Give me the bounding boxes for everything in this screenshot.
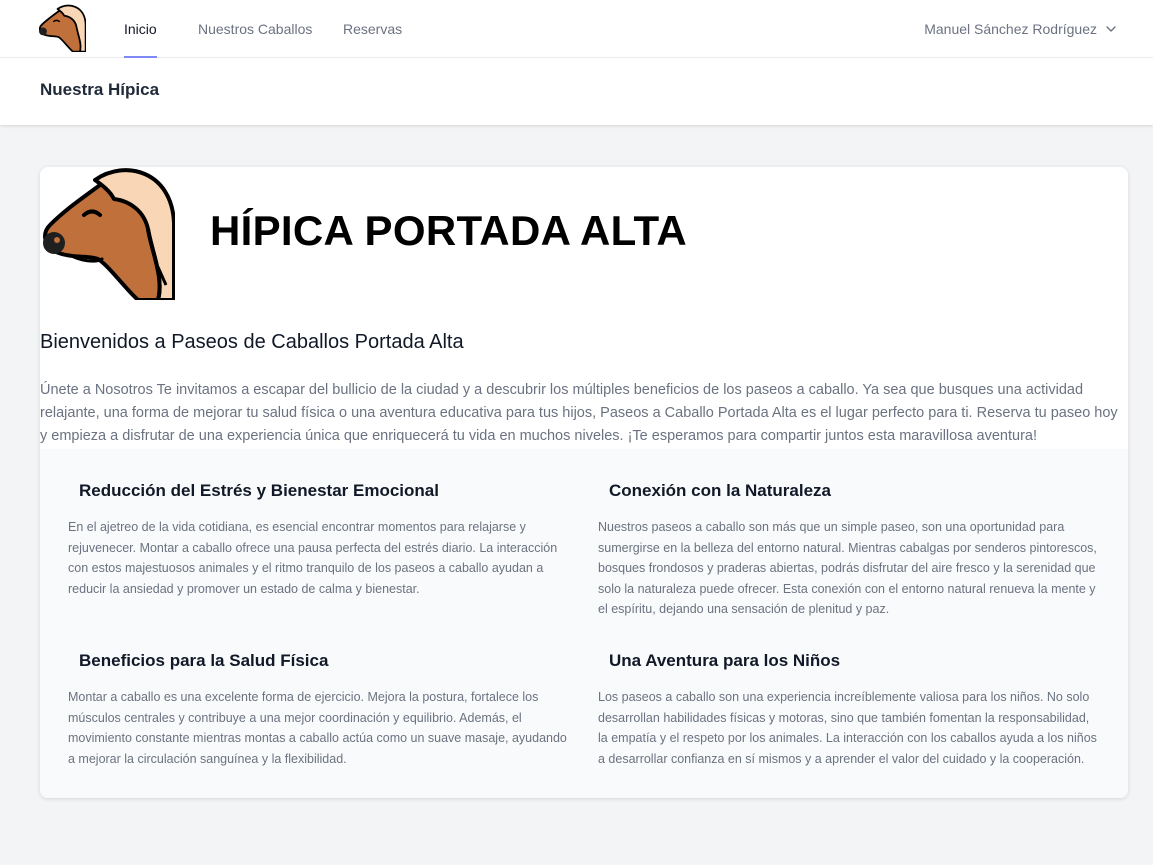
horse-logo-icon[interactable] <box>38 4 87 53</box>
nav-link-nuestros-caballos[interactable]: Nuestros Caballos <box>198 0 312 58</box>
feature-card-estres: Reducción del Estrés y Bienestar Emocion… <box>68 481 568 599</box>
user-menu[interactable]: Manuel Sánchez Rodríguez <box>924 0 1117 58</box>
feature-text: Nuestros paseos a caballo son más que un… <box>598 520 1097 616</box>
horse-head-icon <box>40 167 176 302</box>
chevron-down-icon <box>1106 26 1116 32</box>
hero-title: HÍPICA PORTADA ALTA <box>210 207 687 254</box>
feature-card-salud: Beneficios para la Salud Física Montar a… <box>68 651 568 769</box>
user-name: Manuel Sánchez Rodríguez <box>924 21 1097 37</box>
feature-card-ninos: Una Aventura para los Niños Los paseos a… <box>598 651 1098 769</box>
feature-title: Reducción del Estrés y Bienestar Emocion… <box>79 481 439 500</box>
feature-title: Una Aventura para los Niños <box>609 651 841 670</box>
nav-link-reservas[interactable]: Reservas <box>343 0 402 58</box>
welcome-heading: Bienvenidos a Paseos de Caballos Portada… <box>40 331 464 353</box>
top-navigation: Inicio Nuestros Caballos Reservas Manuel… <box>0 0 1153 58</box>
feature-text: Montar a caballo es una excelente forma … <box>68 690 567 766</box>
main-card: HÍPICA PORTADA ALTA Bienvenidos a Paseos… <box>40 167 1128 798</box>
feature-text: Los paseos a caballo son una experiencia… <box>598 690 1097 766</box>
nav-link-inicio[interactable]: Inicio <box>124 0 157 58</box>
page-header: Nuestra Hípica <box>0 58 1153 125</box>
feature-text: En el ajetreo de la vida cotidiana, es e… <box>68 520 558 596</box>
features-section: Reducción del Estrés y Bienestar Emocion… <box>40 449 1128 798</box>
feature-title: Beneficios para la Salud Física <box>79 651 329 670</box>
page-title: Nuestra Hípica <box>40 80 160 99</box>
intro-paragraph: Únete a Nosotros Te invitamos a escapar … <box>40 382 1118 444</box>
feature-card-naturaleza: Conexión con la Naturaleza Nuestros pase… <box>598 481 1098 620</box>
feature-title: Conexión con la Naturaleza <box>609 481 831 500</box>
